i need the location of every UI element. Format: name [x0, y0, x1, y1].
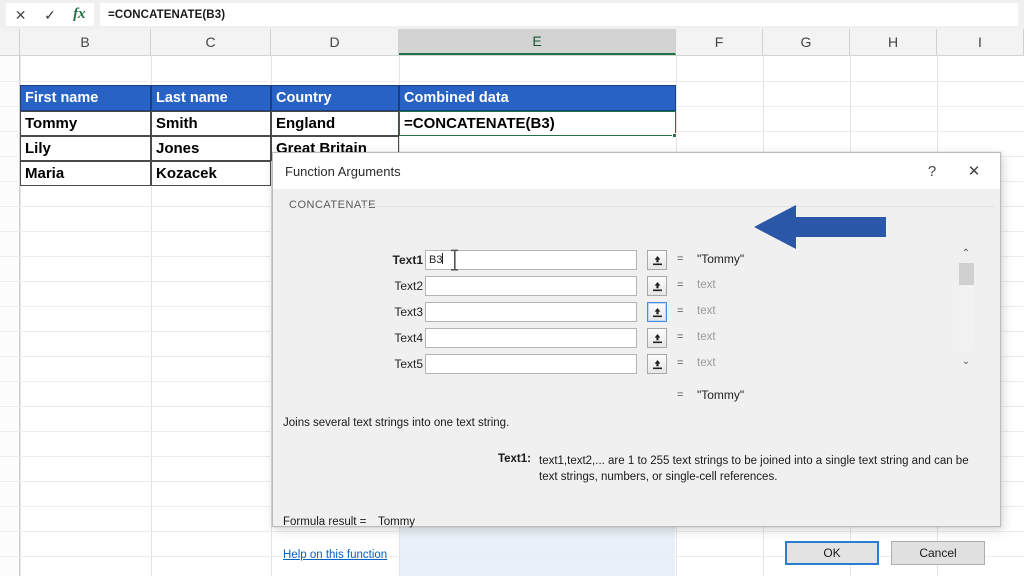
- formula-bar-icons: ✕ ✓ fx: [6, 3, 94, 26]
- argument-input-text1-value: B3: [429, 254, 442, 266]
- select-all-corner[interactable]: [0, 29, 20, 55]
- table-row[interactable]: Kozacek: [151, 161, 271, 186]
- argument-row-text4: Text4 = text: [273, 327, 1000, 351]
- close-icon[interactable]: ✕: [8, 8, 34, 22]
- dialog-title: Function Arguments: [285, 164, 401, 179]
- equals-sign-text5: =: [677, 357, 683, 369]
- text-ibeam-cursor: [449, 249, 460, 271]
- table-row[interactable]: Tommy: [20, 111, 151, 136]
- column-header-e[interactable]: E: [399, 29, 676, 55]
- selected-cell-e3[interactable]: =CONCATENATE(B3): [399, 111, 676, 136]
- dialog-body: CONCATENATE Text1 B3 = "Tommy" Text2 = t…: [273, 189, 1000, 526]
- function-description: Joins several text strings into one text…: [283, 417, 509, 429]
- argument-label-text3: Text3: [381, 305, 423, 319]
- table-row[interactable]: Smith: [151, 111, 271, 136]
- ok-button[interactable]: OK: [785, 541, 879, 565]
- close-icon[interactable]: ✕: [954, 153, 994, 189]
- equals-sign-text4: =: [677, 331, 683, 343]
- argument-help-text: text1,text2,... are 1 to 255 text string…: [539, 453, 987, 485]
- left-arrow-annotation: [754, 203, 886, 251]
- checkmark-icon[interactable]: ✓: [37, 8, 63, 22]
- chevron-down-icon[interactable]: ⌄: [957, 353, 975, 369]
- formula-input[interactable]: =CONCATENATE(B3): [100, 3, 1018, 26]
- table-row[interactable]: Jones: [151, 136, 271, 161]
- function-arguments-dialog[interactable]: Function Arguments ? ✕ CONCATENATE Text1…: [272, 152, 1001, 527]
- formula-bar: ✕ ✓ fx =CONCATENATE(B3): [0, 0, 1024, 29]
- table-header-combined-data[interactable]: Combined data: [399, 85, 676, 111]
- column-header-g[interactable]: G: [763, 29, 850, 55]
- table-row[interactable]: Lily: [20, 136, 151, 161]
- collapse-dialog-icon[interactable]: [647, 354, 667, 374]
- help-icon[interactable]: ?: [912, 153, 952, 189]
- equals-sign-text3: =: [677, 305, 683, 317]
- table-header-last-name[interactable]: Last name: [151, 85, 271, 111]
- argument-input-text3[interactable]: [425, 302, 637, 322]
- argument-result-text2: text: [697, 279, 716, 291]
- row-header-strip: [0, 56, 20, 576]
- argument-row-text2: Text2 = text: [273, 275, 1000, 299]
- column-header-d[interactable]: D: [271, 29, 399, 55]
- argument-input-text4[interactable]: [425, 328, 637, 348]
- dialog-title-bar[interactable]: Function Arguments ? ✕: [273, 153, 1000, 189]
- overall-result-value: "Tommy": [697, 388, 744, 402]
- table-header-first-name[interactable]: First name: [20, 85, 151, 111]
- scrollbar-track[interactable]: [959, 285, 974, 351]
- column-header-i[interactable]: I: [937, 29, 1024, 55]
- table-row[interactable]: England: [271, 111, 399, 136]
- argument-result-text4: text: [697, 331, 716, 343]
- argument-label-text1: Text1: [381, 253, 423, 267]
- formula-result-value: Tommy: [378, 516, 415, 528]
- text-caret: [442, 253, 443, 264]
- column-header-b[interactable]: B: [20, 29, 151, 55]
- column-header-h[interactable]: H: [850, 29, 937, 55]
- function-name-label: CONCATENATE: [289, 199, 376, 211]
- argument-help-label: Text1:: [471, 453, 531, 465]
- argument-input-text2[interactable]: [425, 276, 637, 296]
- cancel-button[interactable]: Cancel: [891, 541, 985, 565]
- argument-label-text2: Text2: [381, 279, 423, 293]
- equals-sign-text2: =: [677, 279, 683, 291]
- collapse-dialog-icon[interactable]: [647, 302, 667, 322]
- chevron-up-icon[interactable]: ⌃: [957, 245, 975, 261]
- collapse-dialog-icon[interactable]: [647, 328, 667, 348]
- fx-icon[interactable]: fx: [66, 7, 92, 22]
- equals-sign-text1: =: [677, 253, 683, 265]
- overall-equals-sign: =: [677, 389, 683, 401]
- argument-input-text5[interactable]: [425, 354, 637, 374]
- argument-row-text3: Text3 = text: [273, 301, 1000, 325]
- table-row[interactable]: Maria: [20, 161, 151, 186]
- argument-row-text5: Text5 = text: [273, 353, 1000, 377]
- column-headers: B C D E F G H I: [0, 29, 1024, 56]
- fill-handle[interactable]: [672, 133, 677, 138]
- collapse-dialog-icon[interactable]: [647, 250, 667, 270]
- column-header-c[interactable]: C: [151, 29, 271, 55]
- table-header-country[interactable]: Country: [271, 85, 399, 111]
- scrollbar-thumb[interactable]: [959, 263, 974, 285]
- formula-result-label: Formula result =: [283, 516, 366, 528]
- argument-row-text1: Text1 B3 = "Tommy": [273, 249, 1000, 273]
- arguments-scrollbar[interactable]: ⌃ ⌄: [957, 245, 975, 369]
- collapse-dialog-icon[interactable]: [647, 276, 667, 296]
- argument-label-text5: Text5: [381, 357, 423, 371]
- argument-label-text4: Text4: [381, 331, 423, 345]
- argument-result-text5: text: [697, 357, 716, 369]
- column-header-f[interactable]: F: [676, 29, 763, 55]
- argument-result-text3: text: [697, 305, 716, 317]
- help-on-this-function-link[interactable]: Help on this function: [283, 549, 387, 561]
- group-divider: [363, 206, 994, 207]
- argument-result-text1: "Tommy": [697, 252, 744, 266]
